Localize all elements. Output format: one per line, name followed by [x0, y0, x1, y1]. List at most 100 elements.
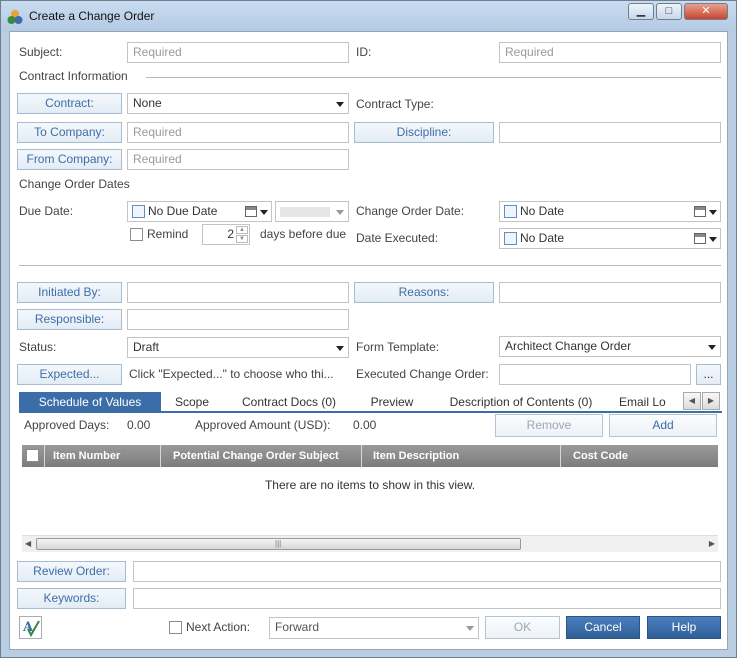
next-action-select[interactable]: Forward: [269, 617, 479, 639]
due-date-picker[interactable]: No Due Date: [127, 201, 272, 222]
tab-description-of-contents[interactable]: Description of Contents (0): [441, 392, 601, 413]
executed-change-order-label: Executed Change Order:: [356, 367, 489, 381]
due-date-checkbox[interactable]: [132, 205, 145, 218]
tab-email-log[interactable]: Email Lo: [619, 392, 679, 413]
column-header-pco-subject[interactable]: Potential Change Order Subject: [173, 445, 339, 467]
calendar-icon[interactable]: [694, 233, 706, 244]
initiated-by-input[interactable]: [127, 282, 349, 303]
ok-button[interactable]: OK: [485, 616, 560, 639]
remind-checkbox[interactable]: [130, 228, 143, 241]
to-company-input[interactable]: Required: [127, 122, 349, 143]
stepper-down-icon[interactable]: ▼: [236, 235, 248, 243]
tab-scroll-right-icon[interactable]: ▶: [702, 392, 720, 410]
remove-button[interactable]: Remove: [495, 414, 603, 437]
contract-select[interactable]: None: [127, 93, 349, 114]
reasons-input[interactable]: [499, 282, 721, 303]
chevron-down-icon: [336, 210, 344, 215]
tab-scroll-left-icon[interactable]: ◀: [683, 392, 701, 410]
status-value: Draft: [133, 340, 160, 354]
due-date-value: No Due Date: [148, 204, 218, 218]
chevron-down-icon: [466, 626, 474, 631]
change-order-date-checkbox[interactable]: [504, 205, 517, 218]
expected-hint: Click "Expected..." to choose who thi...: [129, 367, 334, 381]
chevron-down-icon: [260, 210, 268, 215]
chevron-down-icon: [709, 210, 717, 215]
tab-preview[interactable]: Preview: [365, 392, 419, 413]
chevron-down-icon: [708, 345, 716, 350]
time-placeholder: [280, 207, 330, 217]
next-action-label: Next Action:: [186, 620, 251, 634]
due-date-label: Due Date:: [19, 204, 74, 218]
minimize-button[interactable]: ▁: [628, 3, 654, 20]
title-bar: Create a Change Order ▁ □ ✕: [1, 1, 736, 31]
remind-label: Remind: [147, 227, 189, 241]
calendar-icon[interactable]: [245, 206, 257, 217]
cancel-button[interactable]: Cancel: [566, 616, 640, 639]
change-order-date-picker[interactable]: No Date: [499, 201, 721, 222]
discipline-input[interactable]: [499, 122, 721, 143]
select-all-checkbox[interactable]: [26, 449, 39, 462]
grid-body: There are no items to show in this view.: [22, 467, 718, 534]
tab-contract-docs[interactable]: Contract Docs (0): [237, 392, 341, 413]
column-separator: [560, 445, 561, 467]
initiated-by-button[interactable]: Initiated By:: [17, 282, 122, 303]
discipline-button[interactable]: Discipline:: [354, 122, 494, 143]
from-company-input[interactable]: Required: [127, 149, 349, 170]
date-executed-picker[interactable]: No Date: [499, 228, 721, 249]
column-separator: [361, 445, 362, 467]
change-order-date-value: No Date: [520, 204, 565, 218]
review-order-input[interactable]: [133, 561, 721, 582]
next-action-checkbox[interactable]: [169, 621, 182, 634]
help-button[interactable]: Help: [647, 616, 721, 639]
column-header-item-number[interactable]: Item Number: [53, 445, 120, 467]
responsible-input[interactable]: [127, 309, 349, 330]
spellcheck-icon: A: [22, 620, 40, 638]
review-order-button[interactable]: Review Order:: [17, 561, 126, 582]
to-company-button[interactable]: To Company:: [17, 122, 122, 143]
remind-days-stepper[interactable]: 2 ▲ ▼: [202, 224, 250, 245]
expected-button[interactable]: Expected...: [17, 364, 122, 385]
change-order-date-label: Change Order Date:: [356, 204, 465, 218]
due-time-select[interactable]: [275, 201, 349, 222]
date-executed-checkbox[interactable]: [504, 232, 517, 245]
approved-days-value: 0.00: [127, 418, 151, 432]
responsible-button[interactable]: Responsible:: [17, 309, 122, 330]
dialog-window: Create a Change Order ▁ □ ✕ Subject: Req…: [0, 0, 737, 658]
horizontal-scrollbar[interactable]: ◀ ||| ▶: [22, 535, 718, 552]
column-header-item-description[interactable]: Item Description: [373, 445, 459, 467]
dialog-content: Subject: Required ID: Required Contract …: [9, 31, 728, 650]
keywords-input[interactable]: [133, 588, 721, 609]
executed-change-order-input[interactable]: [499, 364, 691, 385]
column-separator: [44, 445, 45, 467]
approved-days-label: Approved Days:: [24, 418, 110, 432]
calendar-icon[interactable]: [694, 206, 706, 217]
scroll-left-icon[interactable]: ◀: [25, 539, 31, 548]
spellcheck-button[interactable]: A: [19, 616, 42, 639]
scrollbar-thumb[interactable]: |||: [36, 538, 521, 550]
contract-information-heading: Contract Information: [19, 69, 128, 83]
form-template-select[interactable]: Architect Change Order: [499, 336, 721, 357]
remind-days-value: 2: [227, 227, 234, 241]
tab-scope[interactable]: Scope: [167, 392, 217, 413]
divider: [146, 77, 721, 78]
close-button[interactable]: ✕: [684, 3, 728, 20]
grip-icon: |||: [275, 539, 282, 548]
subject-input[interactable]: Required: [127, 42, 349, 63]
reasons-button[interactable]: Reasons:: [354, 282, 494, 303]
maximize-button[interactable]: □: [656, 3, 682, 20]
add-button[interactable]: Add: [609, 414, 717, 437]
tab-schedule-of-values[interactable]: Schedule of Values: [19, 392, 161, 413]
approved-amount-label: Approved Amount (USD):: [195, 418, 331, 432]
browse-button[interactable]: ...: [696, 364, 721, 385]
tab-bar: Schedule of Values Scope Contract Docs (…: [19, 392, 722, 413]
column-header-cost-code[interactable]: Cost Code: [573, 445, 628, 467]
stepper-up-icon[interactable]: ▲: [236, 226, 248, 234]
id-input[interactable]: Required: [499, 42, 721, 63]
contract-button[interactable]: Contract:: [17, 93, 122, 114]
keywords-button[interactable]: Keywords:: [17, 588, 126, 609]
id-label: ID:: [356, 45, 372, 59]
status-select[interactable]: Draft: [127, 337, 349, 358]
from-company-button[interactable]: From Company:: [17, 149, 122, 170]
scroll-right-icon[interactable]: ▶: [709, 539, 715, 548]
status-label: Status:: [19, 340, 57, 354]
